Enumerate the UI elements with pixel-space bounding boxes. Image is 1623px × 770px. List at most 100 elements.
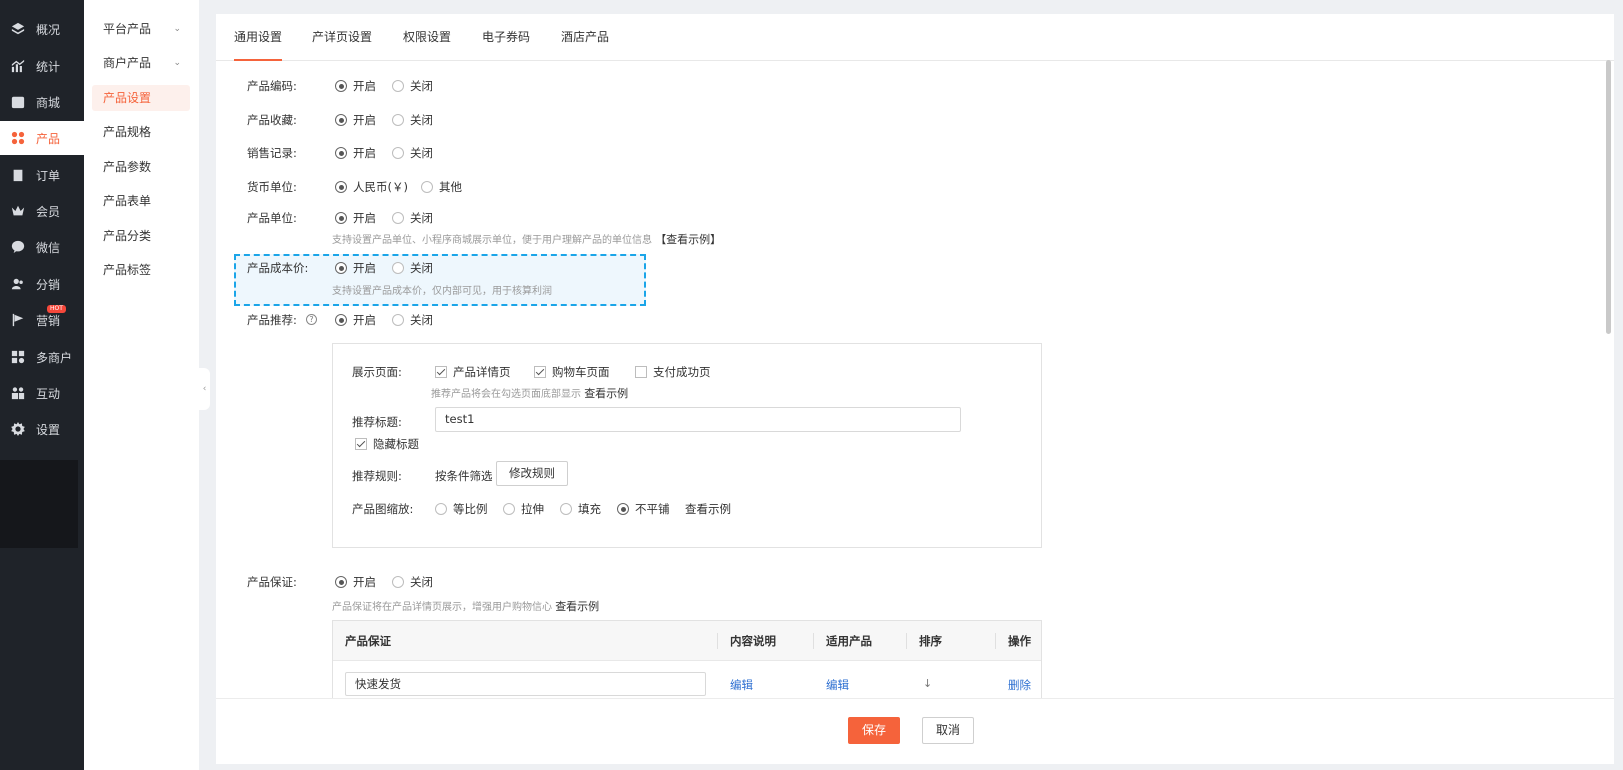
sidebar-item-marketing[interactable]: 营销 HOT xyxy=(0,303,84,337)
sidebar-item-label: 订单 xyxy=(36,168,61,183)
sidebar-item-products[interactable]: 产品 xyxy=(0,121,84,155)
recommend-off-radio[interactable]: 关闭 xyxy=(392,312,433,328)
sidebar-item-wechat[interactable]: 微信 xyxy=(0,230,84,264)
recommend-on-radio[interactable]: 开启 xyxy=(335,312,376,328)
edit-description-link[interactable]: 编辑 xyxy=(730,677,753,693)
cost-price-off-radio[interactable]: 关闭 xyxy=(392,260,433,276)
view-example-link[interactable]: 查看示例 xyxy=(584,387,628,400)
cost-price-on-radio[interactable]: 开启 xyxy=(335,260,376,276)
sidebar-item-label: 产品 xyxy=(36,131,61,146)
submenu-item-platform-products[interactable]: 平台产品 ⌄ xyxy=(92,16,190,42)
sales-record-off-radio[interactable]: 关闭 xyxy=(392,145,433,161)
sort-down-arrow-icon[interactable]: ↓ xyxy=(923,677,932,690)
currency-other-radio[interactable]: 其他 xyxy=(421,179,462,195)
cancel-button[interactable]: 取消 xyxy=(922,717,974,744)
product-favorite-on-radio[interactable]: 开启 xyxy=(335,112,376,128)
sidebar-item-label: 概况 xyxy=(36,22,61,37)
scale-fill-radio[interactable]: 填充 xyxy=(560,501,601,517)
guarantee-name-input[interactable]: 快速发货 xyxy=(345,672,706,696)
product-unit-off-radio[interactable]: 关闭 xyxy=(392,210,433,226)
checkbox-box xyxy=(534,366,546,378)
delete-link[interactable]: 删除 xyxy=(1008,677,1031,693)
save-button[interactable]: 保存 xyxy=(848,717,900,744)
display-pay-success-checkbox[interactable]: 支付成功页 xyxy=(635,364,711,380)
radio-label: 关闭 xyxy=(410,146,433,160)
sidebar-item-orders[interactable]: 订单 xyxy=(0,158,84,192)
sidebar-item-statistics[interactable]: 统计 xyxy=(0,49,84,83)
guarantee-off-radio[interactable]: 关闭 xyxy=(392,574,433,590)
sidebar-item-interaction[interactable]: 互动 xyxy=(0,376,84,410)
radio-dot xyxy=(503,503,515,515)
product-code-off-radio[interactable]: 关闭 xyxy=(392,78,433,94)
scale-view-example-link[interactable]: 查看示例 xyxy=(685,501,731,517)
product-code-on-radio[interactable]: 开启 xyxy=(335,78,376,94)
tab-e-coupon[interactable]: 电子券码 xyxy=(482,14,530,61)
sidebar-item-label: 互动 xyxy=(36,386,61,401)
checkbox-box xyxy=(355,438,367,450)
product-submenu: 平台产品 ⌄ 商户产品 ⌄ 产品设置 产品规格 产品参数 产品表单 产品分类 产… xyxy=(84,0,199,770)
sales-record-on-radio[interactable]: 开启 xyxy=(335,145,376,161)
sidebar-item-label: 微信 xyxy=(36,240,61,255)
gear-icon xyxy=(10,422,25,437)
currency-unit-label: 货币单位: xyxy=(247,180,297,194)
radio-dot xyxy=(335,314,347,326)
tab-hotel-products[interactable]: 酒店产品 xyxy=(561,14,609,61)
sidebar-item-label: 统计 xyxy=(36,59,61,74)
product-favorite-off-radio[interactable]: 关闭 xyxy=(392,112,433,128)
collapse-menu-button[interactable]: ‹ xyxy=(199,368,210,410)
radio-dot xyxy=(392,114,404,126)
tab-permissions[interactable]: 权限设置 xyxy=(403,14,451,61)
radio-label: 开启 xyxy=(353,313,376,327)
view-example-link[interactable]: 查看示例 xyxy=(555,600,599,613)
product-unit-on-radio[interactable]: 开启 xyxy=(335,210,376,226)
radio-dot xyxy=(335,262,347,274)
display-detail-page-checkbox[interactable]: 产品详情页 xyxy=(435,364,511,380)
currency-rmb-radio[interactable]: 人民币(￥) xyxy=(335,179,408,195)
radio-dot xyxy=(335,80,347,92)
column-header-guarantee: 产品保证 xyxy=(345,634,391,648)
hot-badge: HOT xyxy=(47,305,66,313)
scale-proportional-radio[interactable]: 等比例 xyxy=(435,501,488,517)
radio-label: 拉伸 xyxy=(521,502,544,516)
radio-dot xyxy=(392,147,404,159)
product-unit-label: 产品单位: xyxy=(247,211,297,225)
radio-label: 关闭 xyxy=(410,211,433,225)
submenu-item-product-settings[interactable]: 产品设置 xyxy=(92,85,190,111)
vertical-scrollbar[interactable] xyxy=(1606,60,1611,334)
radio-label: 关闭 xyxy=(410,261,433,275)
submenu-item-label: 平台产品 xyxy=(103,22,152,36)
radio-dot xyxy=(560,503,572,515)
view-example-link[interactable]: 【查看示例】 xyxy=(655,233,721,246)
checkbox-box xyxy=(435,366,447,378)
radio-dot xyxy=(617,503,629,515)
sidebar-item-mall[interactable]: 商城 xyxy=(0,85,84,119)
edit-products-link[interactable]: 编辑 xyxy=(826,677,849,693)
tab-general[interactable]: 通用设置 xyxy=(234,14,283,61)
sidebar-item-overview[interactable]: 概况 xyxy=(0,12,84,46)
guarantee-on-radio[interactable]: 开启 xyxy=(335,574,376,590)
tab-detail-page[interactable]: 产详页设置 xyxy=(312,14,372,61)
scale-stretch-radio[interactable]: 拉伸 xyxy=(503,501,544,517)
sidebar-item-members[interactable]: 会员 xyxy=(0,194,84,228)
recommend-rule-value: 按条件筛选 xyxy=(435,469,493,483)
sidebar-item-multi-merchant[interactable]: 多商户 xyxy=(0,340,84,374)
hide-title-checkbox[interactable]: 隐藏标题 xyxy=(355,436,419,452)
submenu-item-product-specs[interactable]: 产品规格 xyxy=(92,119,190,145)
scale-no-tile-radio[interactable]: 不平铺 xyxy=(617,501,670,517)
display-cart-page-checkbox[interactable]: 购物车页面 xyxy=(534,364,610,380)
modify-rule-button[interactable]: 修改规则 xyxy=(496,461,568,486)
submenu-item-product-tags[interactable]: 产品标签 xyxy=(92,257,190,283)
sidebar-item-distribution[interactable]: 分销 xyxy=(0,267,84,301)
recommend-title-label: 推荐标题: xyxy=(352,415,402,429)
sidebar-item-settings[interactable]: 设置 xyxy=(0,412,84,446)
display-page-hint: 推荐产品将会在勾选页面底部显示 查看示例 xyxy=(431,385,628,401)
submenu-item-merchant-products[interactable]: 商户产品 ⌄ xyxy=(92,50,190,76)
help-icon[interactable]: ? xyxy=(306,314,317,325)
recommend-title-input[interactable]: test1 xyxy=(435,407,961,432)
radio-label: 开启 xyxy=(353,575,376,589)
hint-text: 支持设置产品单位、小程序商城展示单位，便于用户理解产品的单位信息 xyxy=(332,235,652,246)
submenu-item-product-forms[interactable]: 产品表单 xyxy=(92,188,190,214)
submenu-item-product-params[interactable]: 产品参数 xyxy=(92,154,190,180)
radio-label: 关闭 xyxy=(410,313,433,327)
submenu-item-product-categories[interactable]: 产品分类 xyxy=(92,223,190,249)
